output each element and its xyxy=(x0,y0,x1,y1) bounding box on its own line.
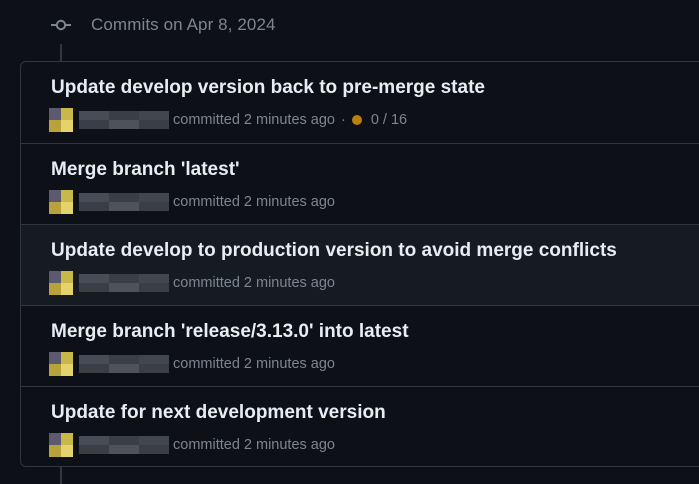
commit-time: committed 2 minutes ago xyxy=(173,275,335,291)
commit-list: Update develop version back to pre-merge… xyxy=(20,61,699,467)
author-name-redacted[interactable] xyxy=(79,193,169,211)
meta-separator: · xyxy=(341,112,346,128)
commit-title-link[interactable]: Update develop to production version to … xyxy=(51,240,617,262)
commit-meta: committed 2 minutes ago xyxy=(49,433,335,457)
commit-time: committed 2 minutes ago xyxy=(173,194,335,210)
author-name-redacted[interactable] xyxy=(79,436,169,454)
commit-row[interactable]: Update develop to production version to … xyxy=(21,224,699,305)
commit-meta: committed 2 minutes ago · 0 / 16 xyxy=(49,108,407,132)
commit-title-link[interactable]: Merge branch 'release/3.13.0' into lates… xyxy=(51,321,409,343)
commit-meta: committed 2 minutes ago xyxy=(49,271,335,295)
commit-title-link[interactable]: Update for next development version xyxy=(51,402,386,424)
author-name-redacted[interactable] xyxy=(79,111,169,129)
avatar[interactable] xyxy=(49,108,73,132)
commit-time: committed 2 minutes ago xyxy=(173,112,335,128)
avatar[interactable] xyxy=(49,352,73,376)
commit-row[interactable]: Merge branch 'release/3.13.0' into lates… xyxy=(21,305,699,386)
avatar[interactable] xyxy=(49,190,73,214)
commit-date-label: Commits on Apr 8, 2024 xyxy=(91,15,276,34)
author-name-redacted[interactable] xyxy=(79,274,169,292)
avatar[interactable] xyxy=(49,433,73,457)
commit-row[interactable]: Merge branch 'latest' committed 2 minute… xyxy=(21,143,699,224)
checks-count[interactable]: 0 / 16 xyxy=(371,112,407,128)
commit-time: committed 2 minutes ago xyxy=(173,437,335,453)
commit-row[interactable]: Update for next development version comm… xyxy=(21,386,699,466)
pending-status-icon[interactable] xyxy=(351,115,362,125)
author-name-redacted[interactable] xyxy=(79,355,169,373)
commit-meta: committed 2 minutes ago xyxy=(49,352,335,376)
commit-title-link[interactable]: Merge branch 'latest' xyxy=(51,159,240,181)
avatar[interactable] xyxy=(49,271,73,295)
commit-row[interactable]: Update develop version back to pre-merge… xyxy=(21,62,699,143)
commit-meta: committed 2 minutes ago xyxy=(49,190,335,214)
commit-title-link[interactable]: Update develop version back to pre-merge… xyxy=(51,77,485,99)
git-commit-icon xyxy=(51,19,71,31)
commit-date-header: Commits on Apr 8, 2024 xyxy=(50,12,276,38)
commit-time: committed 2 minutes ago xyxy=(173,356,335,372)
